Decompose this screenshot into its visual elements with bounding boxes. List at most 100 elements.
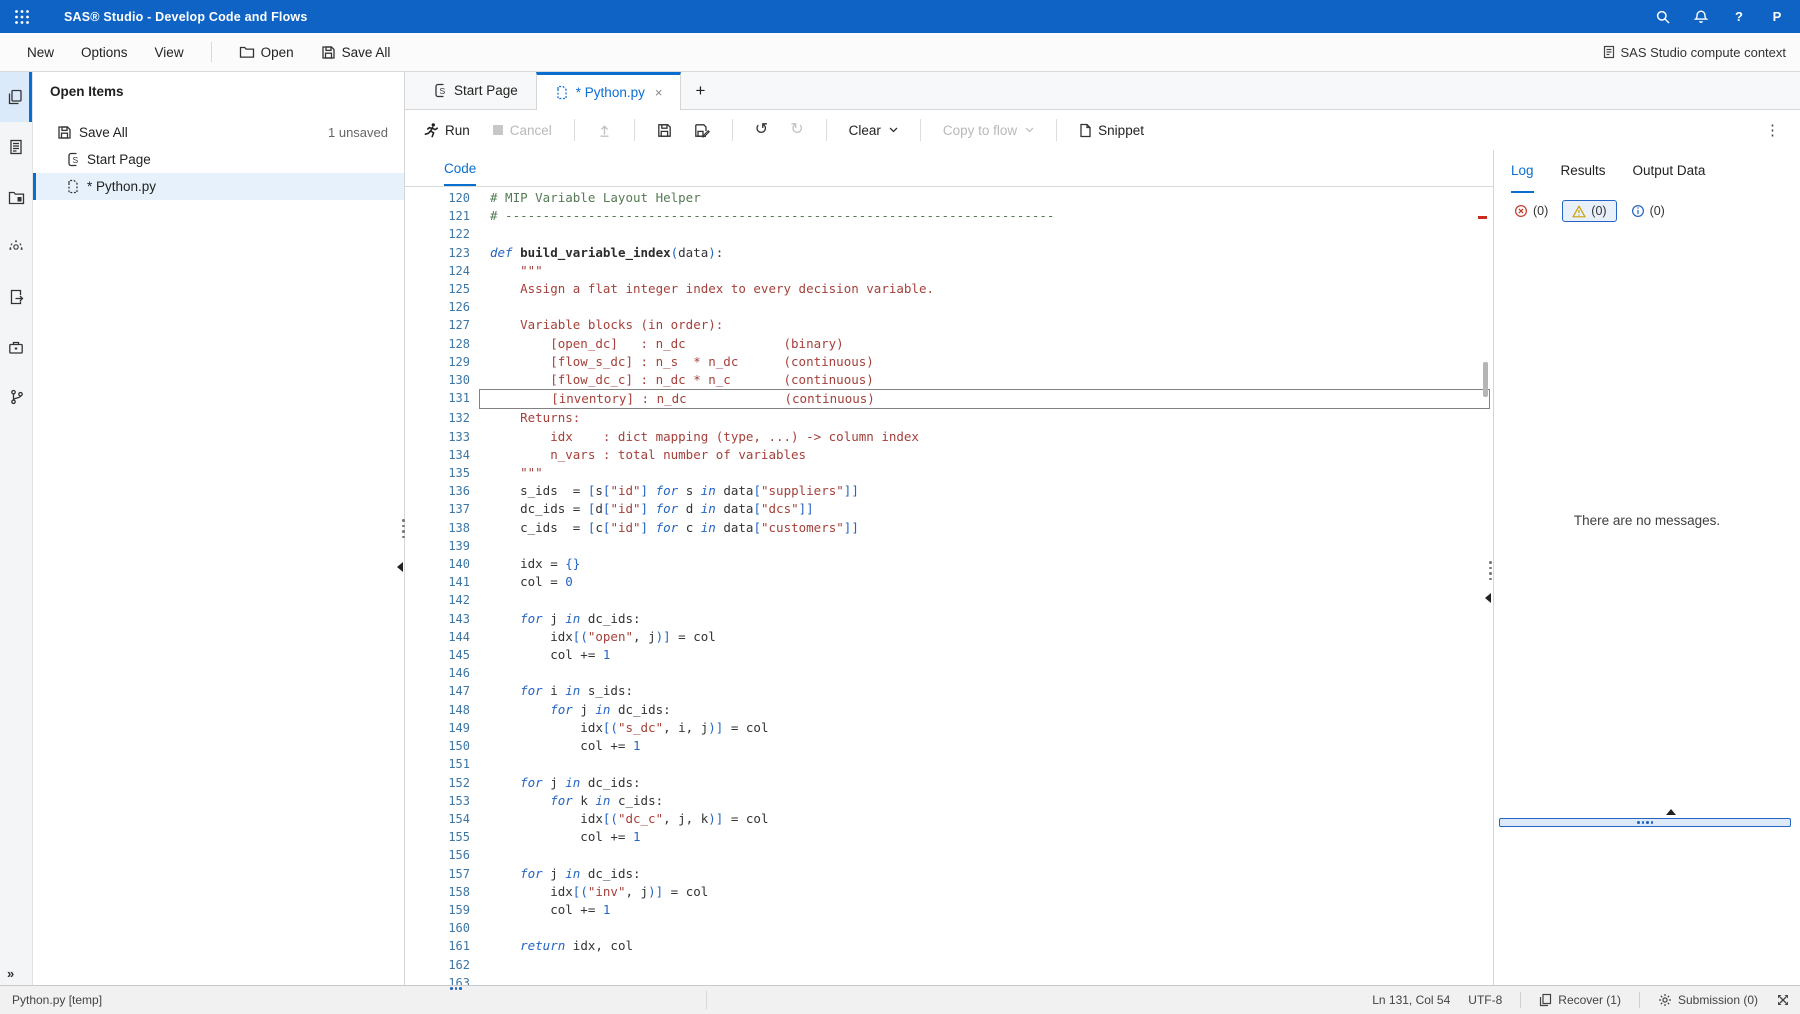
submit-button[interactable]	[597, 123, 612, 138]
code-line-161[interactable]: 161 return idx, col	[405, 937, 1493, 955]
code-line-132[interactable]: 132 Returns:	[405, 409, 1493, 427]
submission-button[interactable]: Submission (0)	[1658, 993, 1758, 1007]
code-scroll-area[interactable]: 120# MIP Variable Layout Helper121# ----…	[405, 187, 1493, 985]
code-line-160[interactable]: 160	[405, 919, 1493, 937]
code-line-120[interactable]: 120# MIP Variable Layout Helper	[405, 189, 1493, 207]
tab-python-file[interactable]: * Python.py ×	[536, 72, 682, 110]
code-line-137[interactable]: 137 dc_ids = [d["id"] for d in data["dcs…	[405, 500, 1493, 518]
code-line-153[interactable]: 153 for k in c_ids:	[405, 792, 1493, 810]
code-line-134[interactable]: 134 n_vars : total number of variables	[405, 446, 1493, 464]
expand-statusbar-icon[interactable]	[1776, 993, 1790, 1007]
code-line-131[interactable]: 131 [inventory] : n_dc (continuous)	[405, 389, 1493, 409]
code-line-128[interactable]: 128 [open_dc] : n_dc (binary)	[405, 335, 1493, 353]
left-splitter-handle[interactable]	[402, 519, 405, 538]
menu-new[interactable]: New	[27, 45, 54, 60]
code-line-144[interactable]: 144 idx[("open", j)] = col	[405, 628, 1493, 646]
open-item-start-page[interactable]: S Start Page	[33, 146, 404, 173]
redo-button[interactable]: ↻	[790, 122, 803, 138]
cancel-button[interactable]: Cancel	[492, 123, 552, 138]
code-line-163[interactable]: 163	[405, 974, 1493, 985]
line-content	[479, 537, 1490, 555]
code-line-162[interactable]: 162	[405, 956, 1493, 974]
notifications-bell-icon[interactable]	[1686, 9, 1716, 25]
rail-git[interactable]	[0, 372, 32, 422]
recover-button[interactable]: Recover (1)	[1539, 993, 1621, 1007]
statusbar-splitter-dots[interactable]	[450, 987, 462, 990]
save-as-button[interactable]	[694, 123, 710, 138]
code-line-126[interactable]: 126	[405, 298, 1493, 316]
code-line-141[interactable]: 141 col = 0	[405, 573, 1493, 591]
code-line-148[interactable]: 148 for j in dc_ids:	[405, 701, 1493, 719]
code-line-149[interactable]: 149 idx[("s_dc", i, j)] = col	[405, 719, 1493, 737]
code-line-146[interactable]: 146	[405, 664, 1493, 682]
code-line-138[interactable]: 138 c_ids = [c["id"] for c in data["cust…	[405, 519, 1493, 537]
code-line-145[interactable]: 145 col += 1	[405, 646, 1493, 664]
menu-open[interactable]: Open	[239, 45, 294, 60]
code-line-156[interactable]: 156	[405, 846, 1493, 864]
rail-explorer[interactable]	[0, 172, 32, 222]
rail-programs[interactable]	[0, 122, 32, 172]
run-button[interactable]: Run	[423, 122, 470, 138]
snippet-button[interactable]: Snippet	[1079, 123, 1144, 138]
more-options-kebab-icon[interactable]: ⋮	[1745, 121, 1800, 139]
code-line-123[interactable]: 123def build_variable_index(data):	[405, 244, 1493, 262]
code-line-135[interactable]: 135 """	[405, 464, 1493, 482]
tab-code[interactable]: Code	[444, 161, 476, 186]
code-line-127[interactable]: 127 Variable blocks (in order):	[405, 316, 1493, 334]
app-switcher-icon[interactable]	[13, 8, 31, 26]
code-line-122[interactable]: 122	[405, 225, 1493, 243]
right-splitter-collapse-icon[interactable]	[1485, 593, 1491, 603]
code-line-151[interactable]: 151	[405, 755, 1493, 773]
open-item-python-file[interactable]: * Python.py	[33, 173, 404, 200]
right-splitter-handle[interactable]	[1489, 561, 1492, 580]
clear-button[interactable]: Clear	[849, 123, 898, 138]
tab-log[interactable]: Log	[1511, 163, 1534, 193]
tab-results[interactable]: Results	[1561, 163, 1606, 193]
log-horizontal-splitter[interactable]	[1499, 818, 1791, 827]
menu-save-all[interactable]: Save All	[321, 45, 391, 60]
menu-options[interactable]: Options	[81, 45, 128, 60]
code-line-124[interactable]: 124 """	[405, 262, 1493, 280]
search-icon[interactable]	[1648, 9, 1678, 25]
info-filter-badge[interactable]: (0)	[1626, 201, 1670, 221]
new-tab-button[interactable]: +	[681, 81, 719, 101]
save-button[interactable]	[657, 123, 672, 138]
error-filter-badge[interactable]: (0)	[1509, 201, 1553, 221]
help-icon[interactable]: ?	[1724, 9, 1754, 24]
rail-tasks[interactable]	[0, 322, 32, 372]
code-line-140[interactable]: 140 idx = {}	[405, 555, 1493, 573]
code-line-129[interactable]: 129 [flow_s_dc] : n_s * n_dc (continuous…	[405, 353, 1493, 371]
code-line-143[interactable]: 143 for j in dc_ids:	[405, 610, 1493, 628]
code-line-133[interactable]: 133 idx : dict mapping (type, ...) -> co…	[405, 428, 1493, 446]
menu-view[interactable]: View	[155, 45, 184, 60]
open-items-save-all[interactable]: Save All 1 unsaved	[33, 119, 404, 146]
code-line-136[interactable]: 136 s_ids = [s["id"] for s in data["supp…	[405, 482, 1493, 500]
code-line-150[interactable]: 150 col += 1	[405, 737, 1493, 755]
code-line-158[interactable]: 158 idx[("inv", j)] = col	[405, 883, 1493, 901]
rail-environment[interactable]	[0, 222, 32, 272]
copy-to-flow-button[interactable]: Copy to flow	[943, 123, 1034, 138]
code-line-125[interactable]: 125 Assign a flat integer index to every…	[405, 280, 1493, 298]
tab-output-data[interactable]: Output Data	[1633, 163, 1706, 193]
code-line-139[interactable]: 139	[405, 537, 1493, 555]
rail-snippets[interactable]	[0, 272, 32, 322]
code-line-142[interactable]: 142	[405, 591, 1493, 609]
code-line-159[interactable]: 159 col += 1	[405, 901, 1493, 919]
rail-open-items[interactable]	[0, 72, 32, 122]
undo-button[interactable]: ↺	[755, 122, 768, 138]
code-line-121[interactable]: 121# -----------------------------------…	[405, 207, 1493, 225]
editor-vertical-scrollbar[interactable]	[1483, 362, 1488, 397]
tab-start-page[interactable]: S Start Page	[415, 72, 536, 109]
code-line-155[interactable]: 155 col += 1	[405, 828, 1493, 846]
profile-avatar[interactable]: P	[1762, 9, 1792, 24]
code-line-157[interactable]: 157 for j in dc_ids:	[405, 865, 1493, 883]
rail-expand-toggle[interactable]: »	[7, 966, 14, 981]
code-line-130[interactable]: 130 [flow_dc_c] : n_dc * n_c (continuous…	[405, 371, 1493, 389]
code-line-147[interactable]: 147 for i in s_ids:	[405, 682, 1493, 700]
warning-filter-badge[interactable]: (0)	[1562, 200, 1616, 222]
code-line-154[interactable]: 154 idx[("dc_c", j, k)] = col	[405, 810, 1493, 828]
compute-context-selector[interactable]: SAS Studio compute context	[1603, 45, 1786, 60]
left-splitter-collapse-icon[interactable]	[397, 562, 403, 572]
close-tab-icon[interactable]: ×	[655, 85, 663, 100]
code-line-152[interactable]: 152 for j in dc_ids:	[405, 774, 1493, 792]
